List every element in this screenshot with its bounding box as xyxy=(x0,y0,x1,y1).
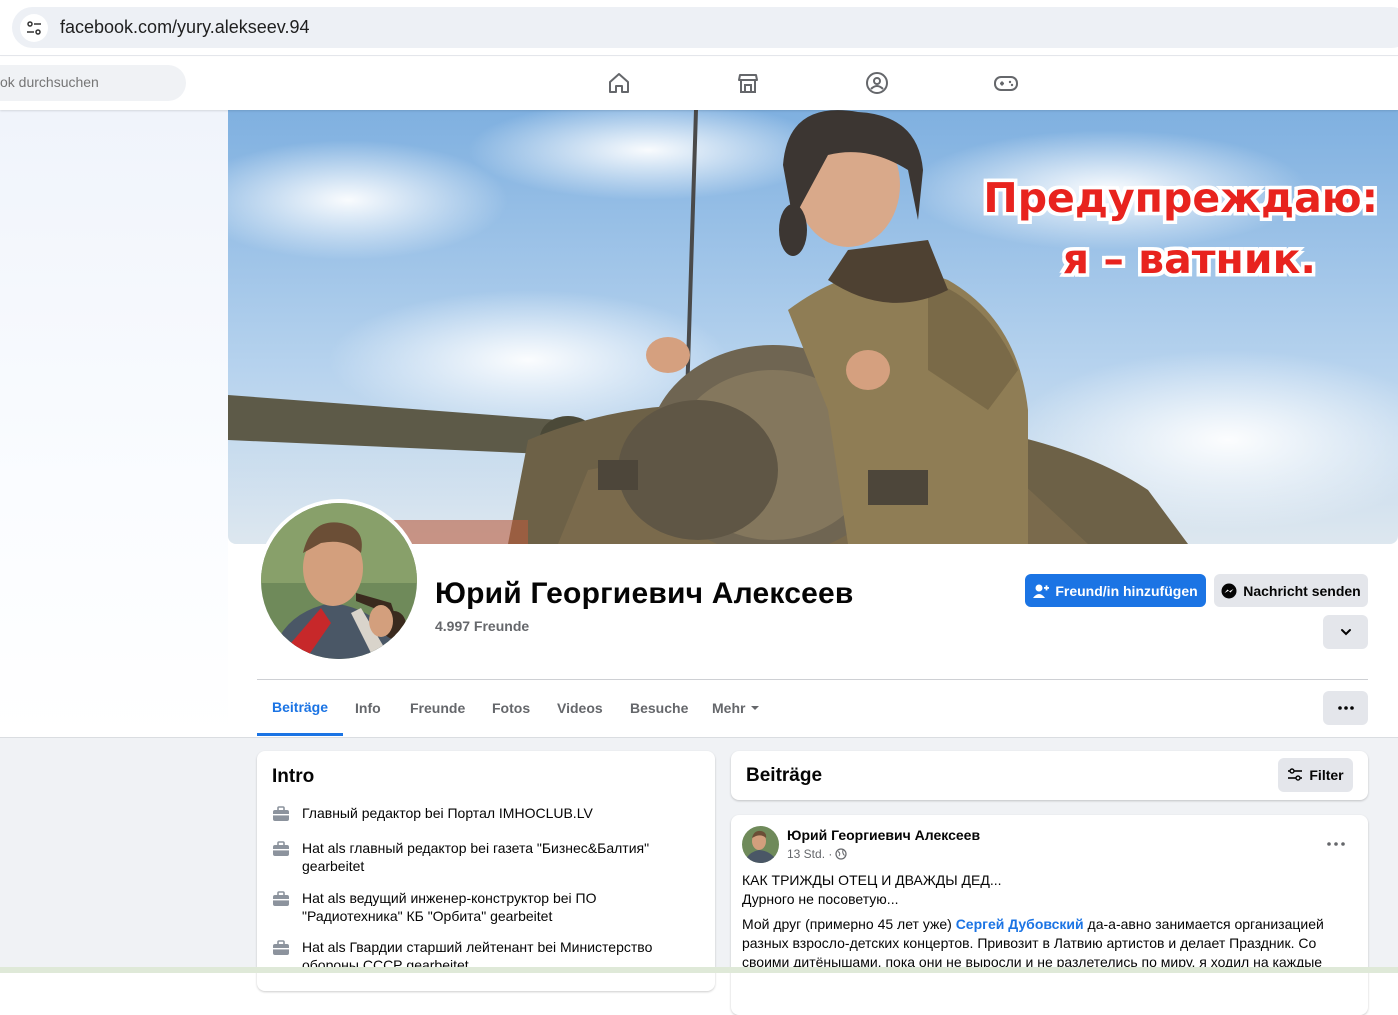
tab-friends[interactable]: Freunde xyxy=(395,680,480,736)
search-box[interactable] xyxy=(0,65,186,101)
tab-videos[interactable]: Videos xyxy=(542,680,618,736)
intro-item: Главный редактор bei Портал IMHOCLUB.LV xyxy=(272,804,692,823)
messenger-icon xyxy=(1221,583,1237,598)
post-card: Юрий Георгиевич Алексеев 13 Std. · КАК Т… xyxy=(731,815,1368,1015)
add-friend-label: Freund/in hinzufügen xyxy=(1055,582,1198,599)
marketplace-icon[interactable] xyxy=(734,69,762,97)
send-message-label: Nachricht senden xyxy=(1243,582,1361,599)
tab-info[interactable]: Info xyxy=(340,680,396,736)
cover-photo[interactable]: Предупреждаю: я – ватник. xyxy=(228,110,1398,544)
add-friend-icon xyxy=(1033,584,1050,598)
friends-count[interactable]: 4.997 Freunde xyxy=(435,618,529,634)
intro-title: Intro xyxy=(272,766,315,787)
posts-title: Beiträge xyxy=(746,765,823,786)
intro-item-text: Hat als главный редактор bei газета "Биз… xyxy=(302,840,650,874)
chevron-down-icon xyxy=(1340,629,1351,636)
posts-header-card: Beiträge Filter xyxy=(731,751,1368,800)
left-gradient xyxy=(0,110,228,738)
post-line-2: Дурного не посоветую... xyxy=(742,891,899,907)
briefcase-icon xyxy=(273,806,289,821)
tab-posts[interactable]: Beiträge xyxy=(257,680,344,736)
cover-text-line1: Предупреждаю: xyxy=(983,174,1378,222)
gaming-icon[interactable] xyxy=(992,69,1020,97)
tab-checkins[interactable]: Besuche xyxy=(615,680,703,736)
profile-avatar[interactable] xyxy=(257,499,421,663)
post-author-avatar[interactable] xyxy=(742,826,779,863)
tab-photos[interactable]: Fotos xyxy=(477,680,545,736)
intro-item-text: Hat als ведущий инженер-конструктор bei … xyxy=(302,890,597,924)
ellipsis-icon xyxy=(1337,706,1354,710)
add-friend-button[interactable]: Freund/in hinzufügen xyxy=(1025,574,1206,607)
site-settings-icon[interactable] xyxy=(20,14,48,42)
post-paragraph: Мой друг (примерно 45 лет уже) Сергей Ду… xyxy=(742,915,1342,972)
expand-actions-button[interactable] xyxy=(1323,615,1368,649)
mentioned-user-link[interactable]: Сергей Дубовский xyxy=(956,916,1084,932)
tab-more-label: Mehr xyxy=(712,700,746,716)
facebook-top-nav xyxy=(0,57,1398,110)
intro-item-text: Главный редактор bei Портал IMHOCLUB.LV xyxy=(302,805,593,821)
briefcase-icon xyxy=(273,841,289,856)
cover-text-line2: я – ватник. xyxy=(1063,235,1316,283)
filter-button[interactable]: Filter xyxy=(1278,758,1353,792)
ellipsis-icon xyxy=(1327,842,1345,846)
url-text[interactable]: facebook.com/yury.alekseev.94 xyxy=(60,17,309,38)
post-author-name[interactable]: Юрий Георгиевич Алексеев xyxy=(787,827,980,843)
avatar-image xyxy=(261,503,417,659)
caret-down-icon xyxy=(751,706,760,710)
more-options-button[interactable] xyxy=(1323,691,1368,725)
home-icon[interactable] xyxy=(605,69,633,97)
tab-more[interactable]: Mehr xyxy=(697,680,775,736)
post-line-1: КАК ТРИЖДЫ ОТЕЦ И ДВАЖДЫ ДЕД... xyxy=(742,872,1002,888)
post-meta: 13 Std. · xyxy=(787,847,847,861)
cover-image: Предупреждаю: я – ватник. xyxy=(228,110,1398,544)
post-time[interactable]: 13 Std. · xyxy=(787,847,832,861)
post-text-before: Мой друг (примерно 45 лет уже) xyxy=(742,916,956,932)
send-message-button[interactable]: Nachricht senden xyxy=(1214,574,1368,607)
bottom-strip xyxy=(0,967,1398,973)
search-input[interactable] xyxy=(0,74,180,90)
post-body: КАК ТРИЖДЫ ОТЕЦ И ДВАЖДЫ ДЕД... Дурного … xyxy=(742,871,1342,972)
browser-address-bar: facebook.com/yury.alekseev.94 xyxy=(0,0,1398,56)
profile-name: Юрий Георгиевич Алексеев xyxy=(435,577,854,610)
intro-item: Hat als ведущий инженер-конструктор bei … xyxy=(272,889,692,925)
filter-icon xyxy=(1288,768,1303,781)
filter-label: Filter xyxy=(1309,767,1344,783)
briefcase-icon xyxy=(273,940,289,955)
briefcase-icon xyxy=(273,891,289,906)
globe-icon xyxy=(835,848,847,860)
intro-item: Hat als главный редактор bei газета "Биз… xyxy=(272,839,692,875)
groups-icon[interactable] xyxy=(863,69,891,97)
post-options-button[interactable] xyxy=(1327,833,1345,851)
intro-card: Intro Главный редактор bei Портал IMHOCL… xyxy=(257,751,715,991)
